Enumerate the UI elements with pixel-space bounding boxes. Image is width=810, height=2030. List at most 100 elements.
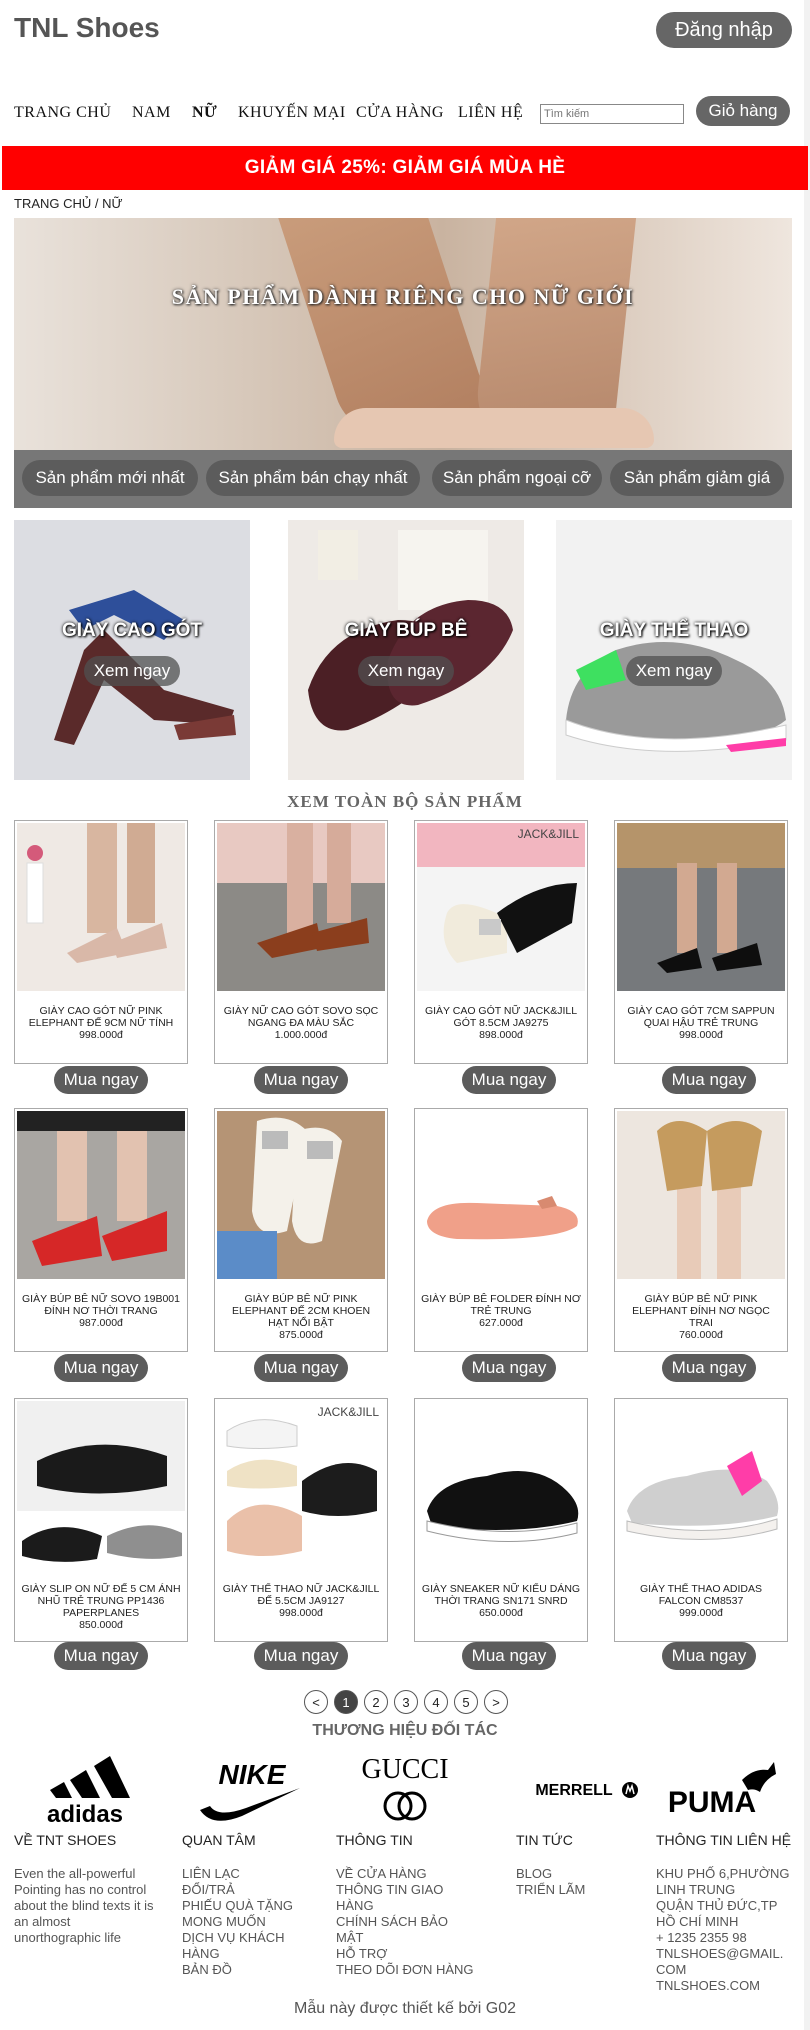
page-button-2[interactable]: 2 [364, 1690, 388, 1714]
category-high-heels[interactable]: GIÀY CAO GÓT Xem ngay [14, 520, 250, 780]
nav-item-home[interactable]: TRANG CHỦ [14, 104, 111, 122]
product-image: JACK&JILL [217, 1401, 385, 1569]
product-name[interactable]: GIÀY CAO GÓT NỮ JACK&JILL GÓT 8.5CM JA92… [421, 1005, 581, 1041]
brand-name: GUCCI [361, 1754, 448, 1785]
nav-item-women[interactable]: NỮ [192, 104, 217, 122]
view-now-button[interactable]: Xem ngay [84, 656, 180, 686]
footer-link-map[interactable]: BẢN ĐỒ [182, 1962, 293, 1978]
gucci-logo[interactable]: GUCCI [350, 1750, 460, 1830]
product-name[interactable]: GIÀY THỂ THAO ADIDAS FALCON CM8537 999.00… [621, 1583, 781, 1619]
category-sneakers[interactable]: GIÀY THỂ THAO Xem ngay [556, 520, 792, 780]
footer-link-returns[interactable]: ĐỔI/TRẢ [182, 1882, 293, 1898]
product-name[interactable]: GIÀY BÚP BÊ NỮ SOVO 19B001 ĐÍNH NƠ THỜI … [21, 1293, 181, 1329]
brand-name: adidas [47, 1801, 123, 1828]
footer-info: THÔNG TIN VỀ CỬA HÀNG THÔNG TIN GIAO HÀN… [336, 1832, 474, 1978]
footer-link-wishlist[interactable]: MONG MUỐN [182, 1914, 293, 1930]
brand-name: MERRELL [535, 1782, 613, 1799]
footer-link-support[interactable]: HỖ TRỢ [336, 1946, 474, 1962]
footer-address-2: QUẬN THỦ ĐỨC,TP HỒ CHÍ MINH [656, 1898, 778, 1929]
footer-link-gift-voucher[interactable]: PHIẾU QUÀ TẶNG [182, 1898, 293, 1914]
next-page-button[interactable]: > [484, 1690, 508, 1714]
footer-link-contact[interactable]: LIÊN LẠC [182, 1866, 293, 1882]
nav-item-contact[interactable]: LIÊN HỆ [458, 104, 523, 122]
nav-item-men[interactable]: NAM [132, 104, 171, 122]
footer-contact: THÔNG TIN LIÊN HỆ KHU PHỐ 6,PHƯỜNG LINH … [656, 1832, 796, 1994]
tab-plus-size[interactable]: Sản phẩm ngoại cỡ [432, 460, 602, 496]
footer-credit: Mẫu này được thiết kế bởi G02 [293, 2000, 517, 2017]
buy-now-button[interactable]: Mua ngay [462, 1642, 556, 1670]
product-card[interactable]: GIÀY BÚP BÊ NỮ PINK ELEPHANT ĐÍNH NƠ NGỌ… [614, 1108, 788, 1352]
buy-now-button[interactable]: Mua ngay [462, 1354, 556, 1382]
tab-discount[interactable]: Sản phẩm giảm giá [610, 460, 784, 496]
tab-best-selling[interactable]: Sản phẩm bán chạy nhất [206, 460, 420, 496]
product-card[interactable]: GIÀY BÚP BÊ FOLDER ĐÍNH NƠ TRẺ TRUNG 627.… [414, 1108, 588, 1352]
footer-link-order-tracking[interactable]: THEO DÕI ĐƠN HÀNG [336, 1962, 474, 1978]
page-button-5[interactable]: 5 [454, 1690, 478, 1714]
buy-now-button[interactable]: Mua ngay [462, 1066, 556, 1094]
cart-button[interactable]: Giỏ hàng [696, 96, 790, 126]
product-card[interactable]: GIÀY SNEAKER NỮ KIỂU DÁNG THỜI TRANG SN1… [414, 1398, 588, 1642]
prev-page-button[interactable]: < [304, 1690, 328, 1714]
buy-now-button[interactable]: Mua ngay [662, 1642, 756, 1670]
product-name[interactable]: GIÀY BÚP BÊ NỮ PINK ELEPHANT ĐẾ 2CM KHOE… [221, 1293, 381, 1341]
product-name[interactable]: GIÀY SLIP ON NỮ ĐẾ 5 CM ÁNH NHŨ TRẺ TRUN… [21, 1583, 181, 1631]
product-card[interactable]: GIÀY THỂ THAO ADIDAS FALCON CM8537 999.00… [614, 1398, 788, 1642]
nav-item-promotions[interactable]: KHUYẾN MẠI [238, 104, 346, 122]
footer-link-shipping-info[interactable]: THÔNG TIN GIAO HÀNG [336, 1882, 456, 1914]
product-price: 999.000đ [679, 1607, 723, 1619]
buy-now-button[interactable]: Mua ngay [254, 1354, 348, 1382]
search-input[interactable] [540, 104, 684, 124]
product-name[interactable]: GIÀY BÚP BÊ FOLDER ĐÍNH NƠ TRẺ TRUNG 627.… [421, 1293, 581, 1329]
buy-now-button[interactable]: Mua ngay [54, 1642, 148, 1670]
page-button-1[interactable]: 1 [334, 1690, 358, 1714]
puma-logo[interactable]: PUMA [664, 1750, 782, 1830]
footer-link-exhibition[interactable]: TRIỂN LÃM [516, 1882, 585, 1898]
category-title: GIÀY CAO GÓT [61, 620, 203, 641]
product-price: 650.000đ [479, 1607, 523, 1619]
product-name[interactable]: GIÀY BÚP BÊ NỮ PINK ELEPHANT ĐÍNH NƠ NGỌ… [621, 1293, 781, 1341]
nike-logo[interactable]: NIKE [192, 1750, 306, 1830]
tab-newest[interactable]: Sản phẩm mới nhất [22, 460, 198, 496]
footer-link-privacy[interactable]: CHÍNH SÁCH BẢO MẬT [336, 1914, 456, 1946]
buy-now-button[interactable]: Mua ngay [54, 1066, 148, 1094]
product-card[interactable]: GIÀY NỮ CAO GÓT SOVO SỌC NGANG ĐA MÀU SẮ… [214, 820, 388, 1064]
buy-now-button[interactable]: Mua ngay [254, 1066, 348, 1094]
breadcrumb: TRANG CHỦ / NỮ [14, 196, 123, 211]
footer-website[interactable]: TNLSHOES.COM [656, 1978, 796, 1994]
footer-phone[interactable]: + 1235 2355 98 [656, 1930, 796, 1946]
brand-badge: JACK&JILL [317, 1405, 379, 1419]
footer-link-blog[interactable]: BLOG [516, 1866, 585, 1882]
merrell-logo[interactable]: MERRELL [520, 1750, 640, 1830]
view-now-button[interactable]: Xem ngay [358, 656, 454, 686]
product-card[interactable]: GIÀY CAO GÓT 7CM SAPPUN QUAI HẬU TRẺ TRU… [614, 820, 788, 1064]
buy-now-button[interactable]: Mua ngay [662, 1354, 756, 1382]
product-price: 998.000đ [79, 1029, 123, 1041]
buy-now-button[interactable]: Mua ngay [254, 1642, 348, 1670]
view-now-button[interactable]: Xem ngay [626, 656, 722, 686]
site-logo[interactable]: TNL Shoes [14, 12, 160, 44]
product-card[interactable]: JACK&JILL GIÀY THỂ THAO NỮ JACK&JILL ĐẾ … [214, 1398, 388, 1642]
login-button[interactable]: Đăng nhập [656, 12, 792, 48]
buy-now-button[interactable]: Mua ngay [662, 1066, 756, 1094]
adidas-logo[interactable]: adidas [30, 1750, 140, 1830]
product-card[interactable]: GIÀY BÚP BÊ NỮ PINK ELEPHANT ĐẾ 2CM KHOE… [214, 1108, 388, 1352]
product-name[interactable]: GIÀY SNEAKER NỮ KIỂU DÁNG THỜI TRANG SN1… [421, 1583, 581, 1619]
footer-email[interactable]: TNLSHOES@GMAIL.COM [656, 1946, 790, 1978]
buy-now-button[interactable]: Mua ngay [54, 1354, 148, 1382]
product-price: 850.000đ [79, 1619, 123, 1631]
product-name[interactable]: GIÀY CAO GÓT NỮ PINK ELEPHANT ĐẾ 9CM NỮ … [21, 1005, 181, 1041]
product-card[interactable]: GIÀY SLIP ON NỮ ĐẾ 5 CM ÁNH NHŨ TRẺ TRUN… [14, 1398, 188, 1642]
footer-heading: VỀ TNT SHOES [14, 1832, 117, 1848]
product-name[interactable]: GIÀY CAO GÓT 7CM SAPPUN QUAI HẬU TRẺ TRU… [621, 1005, 781, 1041]
category-ballet-flats[interactable]: GIÀY BÚP BÊ Xem ngay [288, 520, 524, 780]
page-button-3[interactable]: 3 [394, 1690, 418, 1714]
product-card[interactable]: JACK&JILL GIÀY CAO GÓT NỮ JACK&JILL GÓT … [414, 820, 588, 1064]
product-name[interactable]: GIÀY THỂ THAO NỮ JACK&JILL ĐẾ 5.5CM JA91… [221, 1583, 381, 1619]
page-button-4[interactable]: 4 [424, 1690, 448, 1714]
product-card[interactable]: GIÀY BÚP BÊ NỮ SOVO 19B001 ĐÍNH NƠ THỜI … [14, 1108, 188, 1352]
product-card[interactable]: GIÀY CAO GÓT NỮ PINK ELEPHANT ĐẾ 9CM NỮ … [14, 820, 188, 1064]
footer-link-customer-service[interactable]: DỊCH VỤ KHÁCH HÀNG [182, 1930, 292, 1962]
footer-link-about-store[interactable]: VỀ CỬA HÀNG [336, 1866, 474, 1882]
product-name[interactable]: GIÀY NỮ CAO GÓT SOVO SỌC NGANG ĐA MÀU SẮ… [221, 1005, 381, 1041]
nav-item-stores[interactable]: CỬA HÀNG [356, 104, 444, 122]
